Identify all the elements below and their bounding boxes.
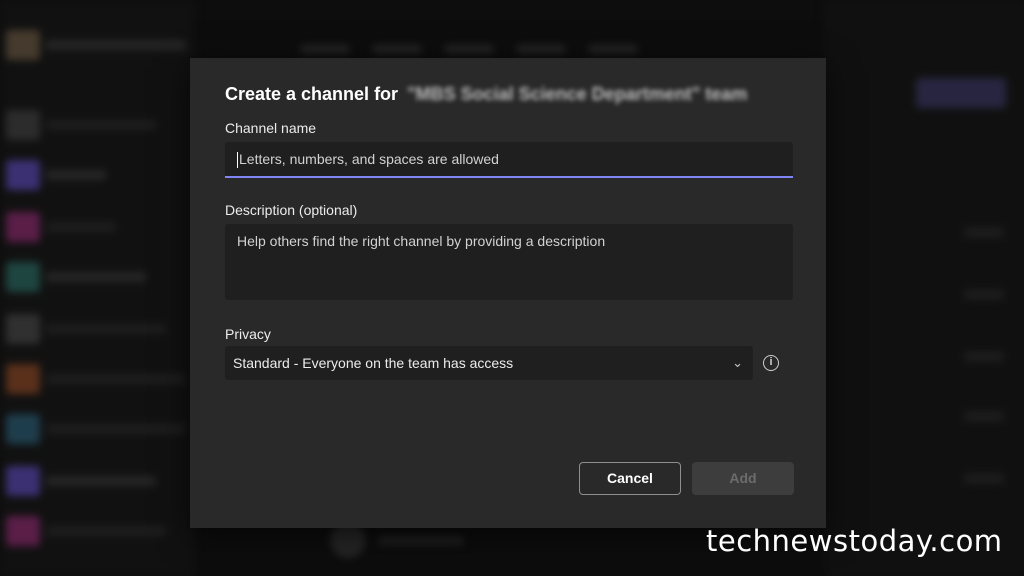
chevron-down-icon[interactable]: ⌄	[732, 346, 743, 380]
watermark: technewstoday.com	[706, 524, 1003, 558]
dialog-title: Create a channel for "MBS Social Science…	[225, 84, 747, 105]
channel-name-input[interactable]: Letters, numbers, and spaces are allowed	[225, 142, 793, 178]
add-button[interactable]: Add	[692, 462, 794, 495]
dialog-title-text: Create a channel for	[225, 84, 399, 104]
description-input[interactable]: Help others find the right channel by pr…	[225, 224, 793, 300]
channel-name-placeholder: Letters, numbers, and spaces are allowed	[239, 151, 499, 167]
privacy-dropdown[interactable]: Standard - Everyone on the team has acce…	[225, 346, 753, 380]
privacy-selected-value: Standard - Everyone on the team has acce…	[233, 355, 514, 371]
channel-name-label: Channel name	[225, 120, 317, 136]
description-placeholder: Help others find the right channel by pr…	[237, 233, 606, 249]
privacy-label: Privacy	[225, 326, 271, 342]
create-channel-dialog: Create a channel for "MBS Social Science…	[190, 58, 826, 528]
text-cursor	[237, 152, 238, 169]
cancel-button[interactable]: Cancel	[579, 462, 681, 495]
info-icon[interactable]: i	[763, 355, 779, 371]
description-label: Description (optional)	[225, 202, 358, 218]
team-name: "MBS Social Science Department" team	[407, 84, 748, 104]
